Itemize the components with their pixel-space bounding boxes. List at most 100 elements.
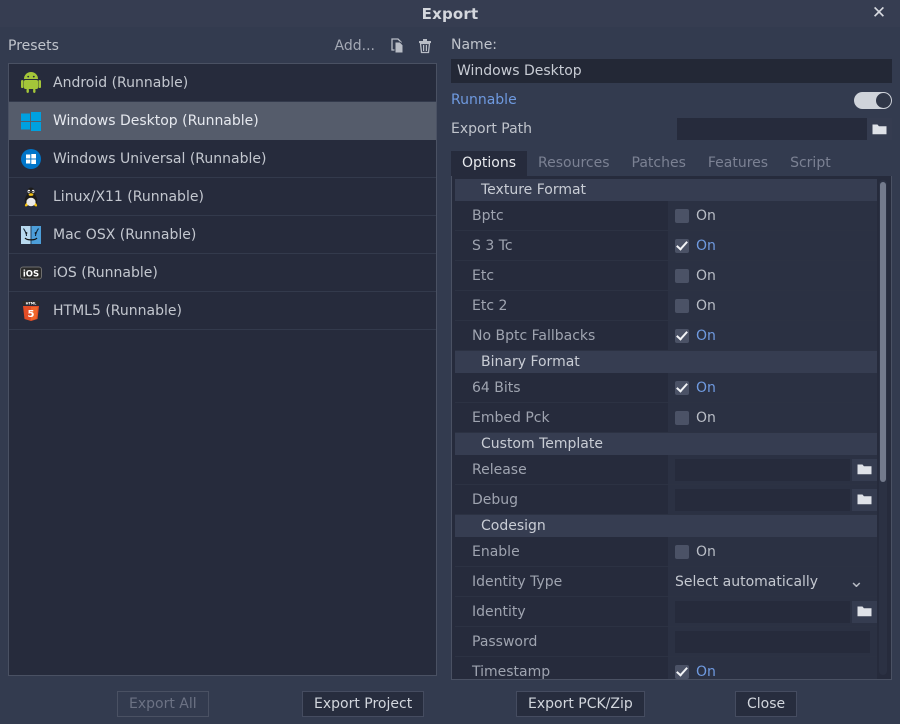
options-section-header: Custom Template	[455, 433, 877, 455]
options-list[interactable]: Texture FormatBptcOnS 3 TcOnEtcOnEtc 2On…	[455, 179, 877, 679]
export-path-input[interactable]	[677, 118, 867, 140]
ios-icon: iOS	[19, 261, 43, 285]
export-project-button[interactable]: Export Project	[302, 691, 424, 717]
option-label: Identity	[455, 604, 668, 620]
macos-icon	[19, 223, 43, 247]
option-value: On	[668, 537, 877, 566]
android-icon	[19, 71, 43, 95]
export-pck-zip-button[interactable]: Export PCK/Zip	[516, 691, 645, 717]
option-checkbox[interactable]	[675, 239, 689, 253]
tab-script[interactable]: Script	[779, 151, 842, 176]
folder-icon[interactable]	[852, 459, 877, 481]
close-button[interactable]: Close	[735, 691, 797, 717]
export-path-row: Export Path	[451, 115, 892, 143]
folder-icon[interactable]	[867, 118, 892, 140]
option-checkbox[interactable]	[675, 411, 689, 425]
close-icon[interactable]: ✕	[868, 3, 890, 25]
html5-icon: HTML 5	[19, 299, 43, 323]
svg-text:HTML: HTML	[26, 301, 38, 305]
preset-item-ios[interactable]: iOS iOS (Runnable)	[9, 254, 436, 292]
option-path-input[interactable]	[675, 489, 850, 511]
option-dropdown[interactable]: Select automatically⌄	[675, 570, 870, 594]
option-value: On	[668, 321, 877, 350]
duplicate-icon[interactable]	[385, 35, 409, 57]
preset-item-android[interactable]: Android (Runnable)	[9, 64, 436, 102]
option-checkbox-label[interactable]: On	[696, 268, 716, 284]
scrollbar-thumb[interactable]	[880, 182, 886, 482]
option-checkbox-label[interactable]: On	[696, 238, 716, 254]
option-label: No Bptc Fallbacks	[455, 328, 668, 344]
tab-features[interactable]: Features	[697, 151, 779, 176]
windows-universal-icon	[19, 147, 43, 171]
option-label: Timestamp	[455, 664, 668, 680]
option-checkbox[interactable]	[675, 545, 689, 559]
options-section-header: Binary Format	[455, 351, 877, 373]
option-value: On	[668, 231, 877, 260]
presets-header: Presets Add...	[8, 33, 437, 59]
option-checkbox-label[interactable]: On	[696, 298, 716, 314]
trash-icon[interactable]	[413, 35, 437, 57]
preset-item-linux[interactable]: Linux/X11 (Runnable)	[9, 178, 436, 216]
option-row: Etc On	[455, 261, 877, 291]
option-value	[668, 485, 877, 514]
option-row: No Bptc Fallbacks On	[455, 321, 877, 351]
option-checkbox[interactable]	[675, 381, 689, 395]
option-label: Etc	[455, 268, 668, 284]
option-dropdown-value: Select automatically	[675, 574, 818, 590]
preset-item-windows-desktop[interactable]: Windows Desktop (Runnable)	[9, 102, 436, 140]
option-label: Enable	[455, 544, 668, 560]
tab-resources[interactable]: Resources	[527, 151, 621, 176]
preset-item-html5[interactable]: HTML 5 HTML5 (Runnable)	[9, 292, 436, 330]
tab-patches[interactable]: Patches	[621, 151, 697, 176]
option-row: Timestamp On	[455, 657, 877, 679]
windows-icon	[19, 109, 43, 133]
option-checkbox[interactable]	[675, 665, 689, 679]
option-checkbox-label[interactable]: On	[696, 208, 716, 224]
option-value	[668, 627, 877, 656]
option-text-input[interactable]	[675, 631, 870, 653]
preset-list[interactable]: Android (Runnable) Windows Desktop (Runn…	[8, 63, 437, 676]
option-checkbox-label[interactable]: On	[696, 664, 716, 680]
option-label: Release	[455, 462, 668, 478]
preset-detail-pane: Name: Windows Desktop Runnable Export Pa…	[445, 27, 900, 684]
option-checkbox[interactable]	[675, 329, 689, 343]
option-checkbox[interactable]	[675, 269, 689, 283]
presets-title: Presets	[8, 38, 59, 54]
tab-options[interactable]: Options	[451, 151, 527, 176]
add-preset-button[interactable]: Add...	[329, 36, 381, 56]
option-value: On	[668, 403, 877, 432]
option-checkbox[interactable]	[675, 299, 689, 313]
linux-icon	[19, 185, 43, 209]
preset-label: Windows Universal (Runnable)	[53, 151, 266, 167]
preset-item-macosx[interactable]: Mac OSX (Runnable)	[9, 216, 436, 254]
preset-label: HTML5 (Runnable)	[53, 303, 182, 319]
folder-icon[interactable]	[852, 601, 877, 623]
name-input[interactable]: Windows Desktop	[451, 59, 892, 83]
option-checkbox-label[interactable]: On	[696, 544, 716, 560]
export-all-button[interactable]: Export All	[117, 691, 209, 717]
title-bar: Export ✕	[0, 0, 900, 27]
option-label: Identity Type	[455, 574, 668, 590]
runnable-toggle[interactable]	[854, 92, 892, 109]
preset-label: Linux/X11 (Runnable)	[53, 189, 204, 205]
presets-pane: Presets Add...	[0, 27, 445, 684]
options-scrollbar[interactable]	[879, 180, 887, 675]
preset-label: Mac OSX (Runnable)	[53, 227, 196, 243]
option-label: S 3 Tc	[455, 238, 668, 254]
option-checkbox-label[interactable]: On	[696, 380, 716, 396]
option-path-input[interactable]	[675, 601, 850, 623]
option-row: 64 Bits On	[455, 373, 877, 403]
option-checkbox-label[interactable]: On	[696, 328, 716, 344]
runnable-row: Runnable	[451, 85, 892, 115]
footer-bar: Export All Export Project Export PCK/Zip…	[0, 684, 900, 724]
option-label: 64 Bits	[455, 380, 668, 396]
name-label: Name:	[451, 33, 892, 57]
option-checkbox[interactable]	[675, 209, 689, 223]
option-value: On	[668, 261, 877, 290]
option-checkbox-label[interactable]: On	[696, 410, 716, 426]
folder-icon[interactable]	[852, 489, 877, 511]
option-path-input[interactable]	[675, 459, 850, 481]
option-row: Enable On	[455, 537, 877, 567]
option-value: On	[668, 657, 877, 679]
preset-item-windows-universal[interactable]: Windows Universal (Runnable)	[9, 140, 436, 178]
